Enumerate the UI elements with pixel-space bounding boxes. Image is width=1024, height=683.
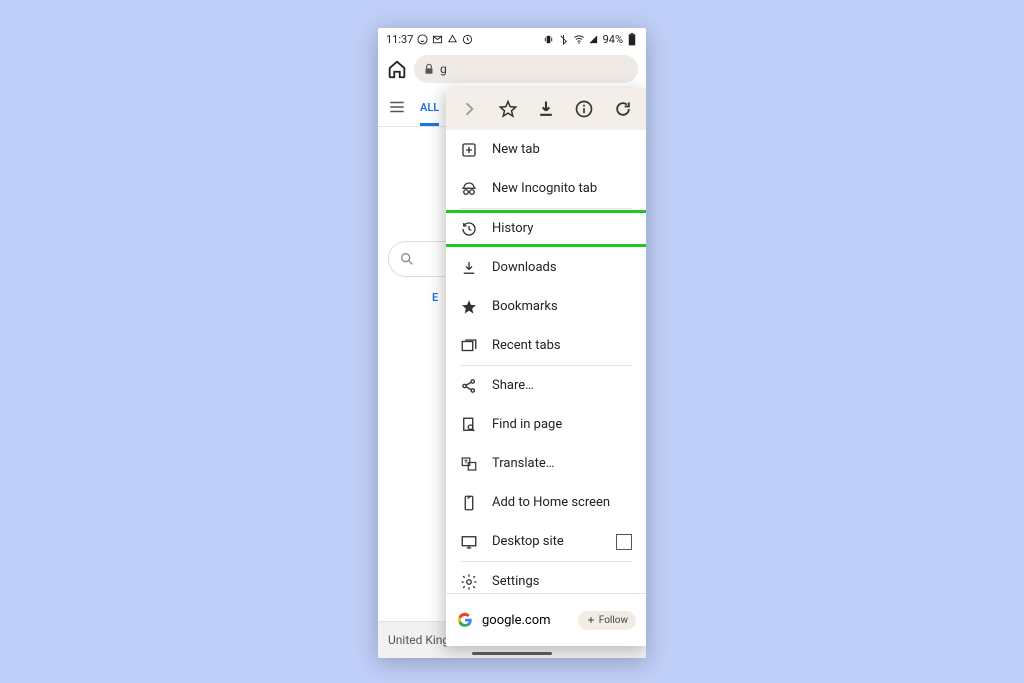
desktop-checkbox[interactable] <box>616 534 632 550</box>
battery-icon <box>626 33 638 45</box>
translate-icon <box>460 455 478 473</box>
menu-item-label: Translate… <box>492 456 554 471</box>
browser-toolbar: g <box>378 50 646 88</box>
menu-item-label: Desktop site <box>492 534 564 549</box>
info-icon[interactable] <box>573 98 595 120</box>
battery-text: 94% <box>603 33 623 46</box>
menu-bookmarks[interactable]: Bookmarks <box>446 287 646 326</box>
status-time: 11:37 <box>386 33 413 46</box>
wifi-icon <box>573 33 585 45</box>
menu-item-label: Downloads <box>492 260 557 275</box>
menu-item-label: New tab <box>492 142 540 157</box>
menu-icon-row <box>446 88 646 130</box>
drive-icon <box>446 33 458 45</box>
menu-item-label: History <box>492 221 533 236</box>
follow-button[interactable]: Follow <box>578 611 636 630</box>
whatsapp-icon <box>416 33 428 45</box>
menu-settings[interactable]: Settings <box>446 562 646 593</box>
menu-item-label: New Incognito tab <box>492 181 597 196</box>
menu-item-label: Recent tabs <box>492 338 561 353</box>
menu-item-label: Find in page <box>492 417 562 432</box>
downloads-icon <box>460 259 478 277</box>
clock-icon <box>461 33 473 45</box>
history-icon <box>460 220 478 238</box>
menu-incognito[interactable]: New Incognito tab <box>446 169 646 208</box>
menu-find[interactable]: Find in page <box>446 405 646 444</box>
menu-recent-tabs[interactable]: Recent tabs <box>446 326 646 365</box>
gmail-icon <box>431 33 443 45</box>
footer-site: google.com <box>482 613 551 628</box>
menu-add-homescreen[interactable]: Add to Home screen <box>446 483 646 522</box>
hamburger-icon[interactable] <box>388 98 406 116</box>
menu-translate[interactable]: Translate… <box>446 444 646 483</box>
home-icon[interactable] <box>386 58 408 80</box>
desktop-icon <box>460 533 478 551</box>
vibrate-icon <box>543 33 555 45</box>
incognito-icon <box>460 180 478 198</box>
status-bar: 11:37 94% <box>378 28 646 50</box>
system-nav-bar <box>378 648 646 658</box>
address-bar[interactable]: g <box>414 55 638 83</box>
add-home-icon <box>460 494 478 512</box>
overflow-menu: New tab New Incognito tab History Downlo… <box>446 88 646 646</box>
google-g-icon <box>456 611 474 629</box>
address-text: g <box>440 62 447 76</box>
recent-tabs-icon <box>460 337 478 355</box>
bluetooth-icon <box>558 33 570 45</box>
download-icon[interactable] <box>535 98 557 120</box>
follow-label: Follow <box>599 615 628 626</box>
plus-square-icon <box>460 141 478 159</box>
menu-item-label: Bookmarks <box>492 299 558 314</box>
share-icon <box>460 377 478 395</box>
gear-icon <box>460 573 478 591</box>
menu-items: New tab New Incognito tab History Downlo… <box>446 130 646 593</box>
lock-icon <box>422 62 436 76</box>
menu-item-label: Share… <box>492 378 534 393</box>
menu-share[interactable]: Share… <box>446 366 646 405</box>
menu-desktop-site[interactable]: Desktop site <box>446 522 646 561</box>
tab-all[interactable]: ALL <box>420 89 439 126</box>
phone-frame: 11:37 94% g ALL <box>378 28 646 658</box>
menu-downloads[interactable]: Downloads <box>446 248 646 287</box>
footer-region: United King <box>388 633 449 647</box>
menu-item-label: Settings <box>492 574 539 589</box>
plus-icon <box>586 615 596 625</box>
reload-icon[interactable] <box>612 98 634 120</box>
find-page-icon <box>460 416 478 434</box>
menu-new-tab[interactable]: New tab <box>446 130 646 169</box>
nav-handle[interactable] <box>472 652 552 655</box>
menu-site-footer[interactable]: google.com Follow <box>446 593 646 646</box>
menu-item-label: Add to Home screen <box>492 495 610 510</box>
bookmark-star-icon <box>460 298 478 316</box>
signal-icon <box>588 33 600 45</box>
menu-history[interactable]: History <box>446 209 646 248</box>
forward-icon[interactable] <box>458 98 480 120</box>
search-icon <box>399 251 415 267</box>
star-icon[interactable] <box>497 98 519 120</box>
